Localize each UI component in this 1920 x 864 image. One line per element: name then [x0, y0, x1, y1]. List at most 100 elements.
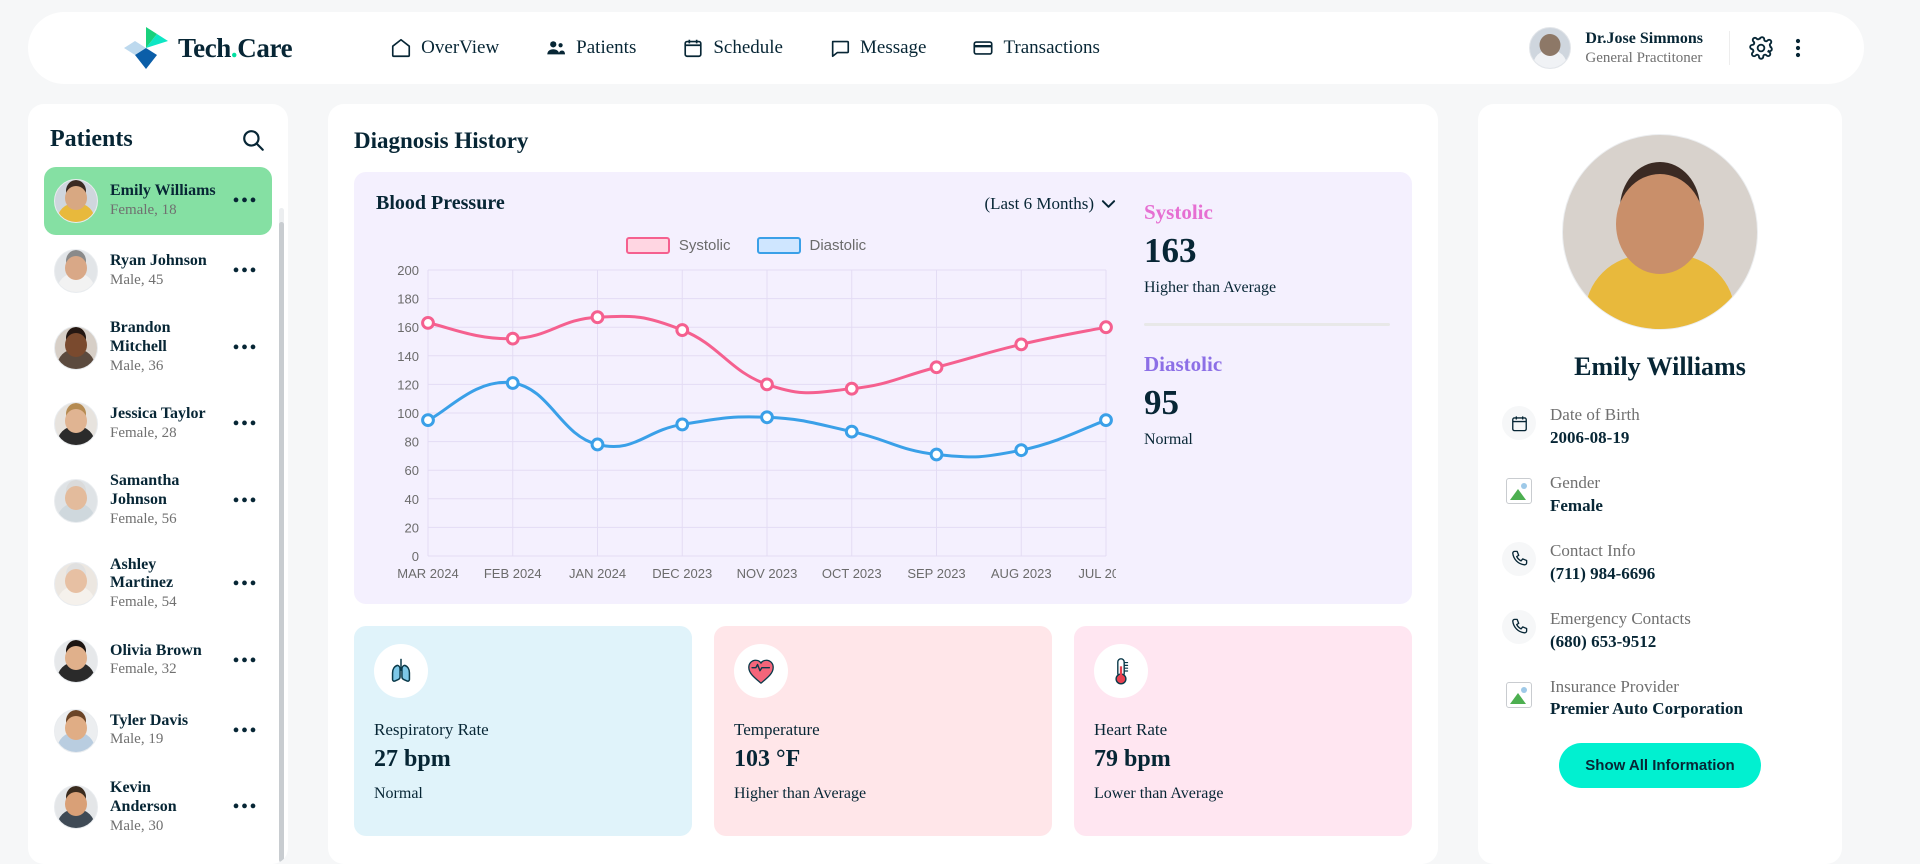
doctor-role: General Practitoner: [1585, 49, 1703, 66]
svg-text:80: 80: [405, 435, 419, 450]
avatar: [54, 402, 98, 447]
patient-name: Brandon Mitchell: [110, 319, 171, 355]
svg-text:120: 120: [397, 377, 419, 392]
svg-text:JUL 2023: JUL 2023: [1078, 566, 1116, 581]
patient-name: Jessica Taylor: [110, 405, 206, 423]
vital-card-temperature[interactable]: Temperature 103 °F Higher than Average: [714, 626, 1052, 836]
systolic-label: Systolic: [1144, 200, 1213, 224]
svg-text:100: 100: [397, 406, 419, 421]
patient-row-menu-button[interactable]: •••: [228, 338, 262, 358]
vital-card-heart-rate[interactable]: Heart Rate 79 bpm Lower than Average: [1074, 626, 1412, 836]
sidebar-title: Patients: [50, 126, 133, 152]
svg-text:NOV 2023: NOV 2023: [737, 566, 798, 581]
patient-list-item[interactable]: Ashley Martinez Female, 54 •••: [44, 544, 272, 625]
patient-row-menu-button[interactable]: •••: [228, 491, 262, 511]
vitals-row: Respiratory Rate 27 bpm Normal Temperatu…: [354, 626, 1412, 836]
nav-item-schedule[interactable]: Schedule: [678, 31, 787, 65]
blood-pressure-chart: 0 20 40 60 80 100 120 140 160 180 200 MAR 2024 FEB 2…: [376, 260, 1116, 590]
vital-card-respiratory-rate[interactable]: Respiratory Rate 27 bpm Normal: [354, 626, 692, 836]
vital-title: Respiratory Rate: [374, 720, 489, 739]
blood-pressure-card: Blood Pressure (Last 6 Months) Systolic …: [354, 172, 1412, 604]
nav-label: Transactions: [1003, 37, 1100, 58]
svg-text:20: 20: [405, 520, 419, 535]
patient-list-item[interactable]: Tyler Davis Male, 19 •••: [44, 697, 272, 765]
nav-item-overview[interactable]: OverView: [386, 31, 503, 65]
patient-meta: Brandon Mitchell Male, 36: [110, 319, 216, 376]
svg-text:MAR 2024: MAR 2024: [397, 566, 458, 581]
patient-list-item[interactable]: Emily Williams Female, 18 •••: [44, 167, 272, 235]
patient-info-text: Emergency Contacts (680) 653-9512: [1550, 608, 1691, 654]
blood-pressure-stats: Systolic 163 Higher than Average Diastol…: [1116, 192, 1390, 584]
patient-meta: Ryan Johnson Male, 45: [110, 252, 216, 290]
patient-name: Ryan Johnson: [110, 251, 207, 269]
blood-pressure-title: Blood Pressure: [376, 192, 505, 214]
phone-icon: [1502, 541, 1536, 576]
svg-text:DEC 2023: DEC 2023: [652, 566, 712, 581]
patient-row-menu-button[interactable]: •••: [228, 721, 262, 741]
broken-image-icon: [1502, 474, 1536, 508]
systolic-note: Higher than Average: [1144, 279, 1277, 296]
patient-row-menu-button[interactable]: •••: [228, 797, 262, 817]
patient-list-item[interactable]: Brandon Mitchell Male, 36 •••: [44, 307, 272, 388]
brand-logo[interactable]: Tech.Care: [124, 27, 293, 69]
diastolic-value: 95: [1144, 383, 1179, 422]
patient-name: Olivia Brown: [110, 641, 202, 659]
diagnosis-main-panel: Diagnosis History Blood Pressure (Last 6…: [328, 104, 1438, 864]
show-all-information-button[interactable]: Show All Information: [1559, 743, 1761, 789]
patient-info-row: Insurance Provider Premier Auto Corporati…: [1502, 676, 1818, 722]
svg-text:140: 140: [397, 349, 419, 364]
sidebar-scrollbar-thumb[interactable]: [279, 222, 284, 862]
avatar: [54, 325, 98, 370]
patient-list-item[interactable]: Kevin Anderson Male, 30 •••: [44, 767, 272, 848]
app-header: Tech.Care OverView Patients Schedule Mes…: [28, 12, 1864, 84]
legend-label: Systolic: [678, 237, 731, 254]
patient-row-menu-button[interactable]: •••: [228, 574, 262, 594]
settings-button[interactable]: [1748, 35, 1774, 61]
patient-demographics: Male, 19: [110, 731, 164, 748]
patients-sidebar: Patients Emily Williams Female, 18 ••• Ryan…: [28, 104, 288, 864]
doctor-profile[interactable]: Dr.Jose Simmons General Practitoner: [1529, 27, 1808, 69]
info-value: (680) 653-9512: [1550, 631, 1657, 651]
avatar: [54, 249, 98, 293]
legend-swatch-systolic: [625, 237, 670, 254]
patient-list-item[interactable]: Ryan Johnson Male, 45 •••: [44, 237, 272, 305]
patient-row-menu-button[interactable]: •••: [228, 261, 262, 281]
nav-item-patients[interactable]: Patients: [541, 31, 640, 65]
patient-name: Tyler Davis: [110, 711, 189, 729]
divider: [1729, 31, 1730, 65]
patient-list-item[interactable]: Samantha Johnson Female, 56 •••: [44, 460, 272, 541]
patient-meta: Samantha Johnson Female, 56: [110, 472, 216, 529]
page-title: Diagnosis History: [354, 128, 529, 153]
patient-row-menu-button[interactable]: •••: [228, 191, 262, 211]
doctor-name: Dr.Jose Simmons: [1585, 29, 1703, 47]
patient-info-text: Date of Birth 2006-08-19: [1550, 404, 1640, 450]
patient-name: Samantha Johnson: [110, 472, 180, 509]
sidebar-header: Patients: [28, 118, 288, 167]
nav-item-transactions[interactable]: Transactions: [968, 31, 1103, 65]
patient-meta: Jessica Taylor Female, 28: [110, 405, 216, 443]
diastolic-note: Normal: [1144, 431, 1193, 448]
patient-profile-panel: Emily Williams Date of Birth 2006-08-19 Ge…: [1478, 104, 1842, 864]
patient-list-item[interactable]: Olivia Brown Female, 32 •••: [44, 627, 272, 695]
vital-value: 27 bpm: [374, 746, 451, 772]
patient-demographics: Male, 36: [110, 357, 164, 374]
patient-list-item[interactable]: Jessica Taylor Female, 28 •••: [44, 390, 272, 458]
nav-item-message[interactable]: Message: [825, 31, 930, 65]
patient-demographics: Female, 28: [110, 424, 177, 441]
avatar: [54, 708, 98, 753]
patient-name: Emily Williams: [1574, 352, 1746, 381]
patient-name: Ashley Martinez: [110, 555, 174, 592]
patient-info-text: Insurance Provider Premier Auto Corporati…: [1550, 676, 1743, 722]
techcare-logo-icon: [124, 27, 168, 69]
time-range-select[interactable]: (Last 6 Months): [984, 194, 1116, 214]
info-value: 2006-08-19: [1550, 427, 1630, 447]
info-label: Contact Info: [1550, 540, 1636, 560]
patient-list[interactable]: Emily Williams Female, 18 ••• Ryan Johnson M…: [28, 167, 288, 864]
patient-meta: Olivia Brown Female, 32: [110, 642, 216, 680]
search-icon[interactable]: [240, 127, 266, 153]
more-options-button[interactable]: [1788, 35, 1808, 61]
patient-row-menu-button[interactable]: •••: [228, 414, 262, 434]
brand-name: Tech.Care: [178, 32, 293, 63]
patient-row-menu-button[interactable]: •••: [228, 651, 262, 671]
patient-meta: Tyler Davis Male, 19: [110, 712, 216, 750]
